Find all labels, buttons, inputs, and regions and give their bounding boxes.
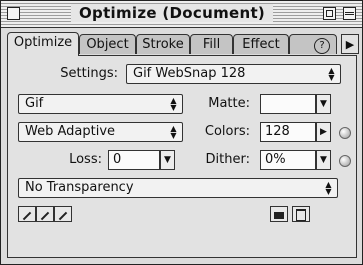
save-settings-button[interactable]: [270, 206, 288, 222]
updown-arrows-icon: ▲ ▼: [325, 180, 332, 196]
collapse-box[interactable]: [343, 7, 356, 20]
settings-label: Settings:: [60, 66, 118, 81]
updown-arrows-icon: ▲ ▼: [170, 124, 177, 140]
triangle-down-icon: ▼: [164, 155, 171, 165]
dither-option-bullet[interactable]: [339, 155, 351, 167]
triangle-right-icon: ▶: [320, 127, 327, 137]
close-box[interactable]: [7, 7, 20, 20]
eyedropper-icon: [22, 211, 32, 221]
transparency-select-value: No Transparency: [25, 180, 134, 195]
loss-label: Loss:: [69, 152, 102, 167]
settings-select[interactable]: Gif WebSnap 128 ▲ ▼: [126, 64, 341, 84]
eyedropper-add-button[interactable]: [36, 206, 54, 222]
updown-arrows-icon: ▲ ▼: [170, 96, 177, 112]
matte-dropdown-button[interactable]: ▼: [316, 94, 331, 114]
eyedropper-subtract-icon: [58, 211, 68, 221]
settings-select-value: Gif WebSnap 128: [133, 66, 246, 81]
format-select[interactable]: Gif ▲ ▼: [18, 94, 183, 114]
delete-settings-button[interactable]: [292, 206, 310, 222]
colors-field[interactable]: 128: [260, 122, 316, 142]
updown-arrows-icon: ▲ ▼: [328, 66, 335, 82]
transparency-select[interactable]: No Transparency ▲ ▼: [18, 178, 338, 198]
palette-select-value: Web Adaptive: [25, 124, 116, 139]
palette-select[interactable]: Web Adaptive ▲ ▼: [18, 122, 183, 142]
title-bar[interactable]: Optimize (Document): [1, 1, 362, 28]
zoom-box[interactable]: [323, 7, 336, 20]
loss-dropdown-button[interactable]: ▼: [160, 150, 175, 170]
dither-dropdown-button[interactable]: ▼: [316, 150, 331, 170]
panel-menu-arrow-icon[interactable]: ▶: [341, 34, 359, 54]
triangle-down-icon: ▼: [320, 99, 327, 109]
save-settings-icon: [274, 209, 284, 219]
tab-object[interactable]: Object: [79, 34, 136, 54]
optimize-panel: Settings: Gif WebSnap 128 ▲ ▼ Gif ▲ ▼ Matt…: [7, 55, 357, 258]
tab-strip: Optimize Object Stroke Fill Effect ? ▶: [7, 32, 359, 56]
colors-label: Colors:: [204, 124, 250, 139]
eyedropper-button[interactable]: [18, 206, 36, 222]
matte-swatch[interactable]: [260, 94, 316, 114]
eyedropper-add-icon: [40, 211, 50, 221]
tab-help[interactable]: ?: [289, 34, 337, 54]
optimize-window: Optimize (Document) Optimize Object Stro…: [0, 0, 363, 265]
help-icon: ?: [314, 38, 330, 54]
loss-field[interactable]: 0: [108, 150, 160, 170]
tab-effect[interactable]: Effect: [233, 34, 289, 54]
dither-field[interactable]: 0%: [260, 150, 316, 170]
format-select-value: Gif: [25, 96, 44, 111]
triangle-down-icon: ▼: [320, 155, 327, 165]
tab-fill[interactable]: Fill: [190, 34, 233, 54]
tab-stroke[interactable]: Stroke: [136, 34, 190, 54]
eyedropper-subtract-button[interactable]: [54, 206, 72, 222]
trash-icon: [296, 209, 306, 221]
colors-arrow-button[interactable]: ▶: [316, 122, 331, 142]
window-title: Optimize (Document): [71, 4, 274, 22]
tab-optimize[interactable]: Optimize: [7, 32, 79, 56]
matte-label: Matte:: [208, 96, 250, 111]
colors-option-bullet[interactable]: [339, 127, 351, 139]
dither-label: Dither:: [205, 152, 250, 167]
